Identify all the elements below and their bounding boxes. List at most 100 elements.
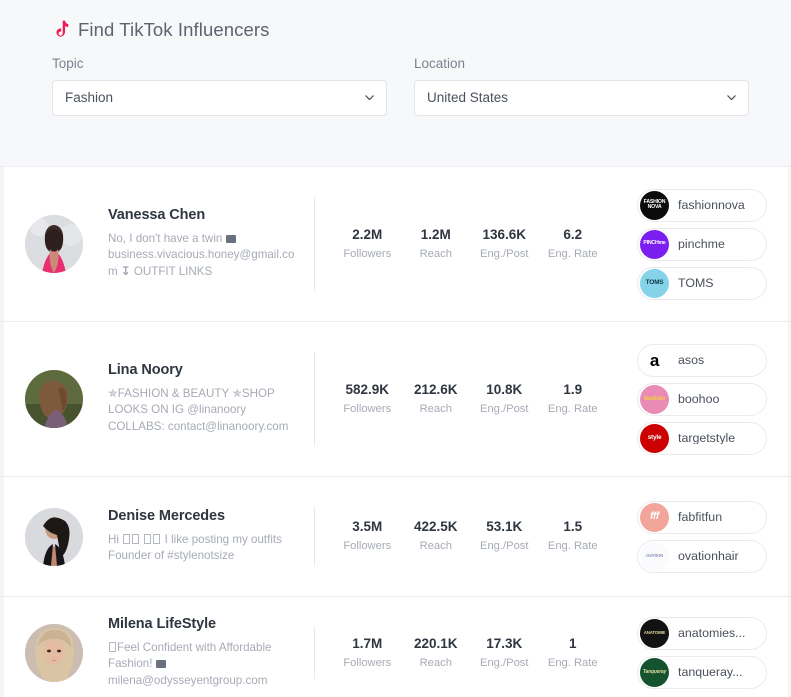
stat-label: Eng./Post	[479, 656, 529, 669]
sparkle-icon: ✯	[108, 386, 118, 400]
brand-list: fff fabfitfun OVATION ovationhair	[621, 500, 767, 573]
brand-name: targetstyle	[678, 431, 736, 445]
brand-chip[interactable]: a asos	[637, 343, 767, 377]
tiktok-note-icon	[52, 20, 69, 41]
stat-label: Reach	[419, 247, 452, 260]
sparkle-icon: ✯	[232, 386, 242, 400]
stat-value: 6.2	[563, 226, 583, 242]
brand-name: pinchme	[678, 237, 725, 251]
brand-chip[interactable]: style targetstyle	[637, 421, 767, 455]
stat-reach: 212.6K Reach	[408, 381, 464, 415]
brand-list: ANATOMIE anatomies... Tanqueray tanquera…	[621, 617, 767, 689]
stat-label: Reach	[419, 540, 452, 553]
mail-emoji-icon	[155, 660, 166, 669]
brand-logo-icon: FASHION NOVA	[640, 190, 669, 220]
stat-eng-rate: 6.2 Eng. Rate	[545, 226, 601, 260]
stat-followers: 582.9K Followers	[339, 381, 395, 415]
avatar-cell	[0, 215, 108, 273]
topic-select[interactable]: Fashion	[52, 79, 387, 116]
stat-value: 10.8K	[486, 381, 523, 397]
stat-label: Eng./Post	[479, 247, 529, 260]
missing-glyph-icon	[153, 533, 161, 544]
brand-chip[interactable]: OVATION ovationhair	[637, 539, 767, 573]
brand-chip[interactable]: TOMS TOMS	[637, 266, 767, 300]
influencer-name: Lina Noory	[108, 362, 183, 378]
avatar[interactable]	[25, 507, 83, 566]
profile-info: Vanessa Chen No, I don't have a twin bus…	[108, 208, 314, 280]
stat-value: 1	[568, 635, 577, 651]
brand-name: asos	[678, 353, 705, 367]
filters-row: Topic Fashion Location United States	[0, 48, 791, 116]
stat-label: Eng. Rate	[547, 656, 598, 669]
stat-value: 220.1K	[413, 635, 458, 651]
stat-value: 1.7M	[352, 635, 383, 651]
brand-name: tanqueray...	[678, 666, 743, 679]
stat-value: 2.2M	[352, 226, 383, 242]
stat-eng-post: 10.8K Eng./Post	[476, 381, 532, 415]
stat-value: 212.6K	[413, 381, 458, 397]
brand-logo-icon: TOMS	[640, 268, 669, 298]
topic-field: Topic Fashion	[52, 57, 387, 116]
influencer-name: Denise Mercedes	[108, 508, 225, 524]
table-row[interactable]: Denise Mercedes Hi I like posting my out…	[0, 477, 791, 597]
row-gutter-left	[0, 477, 4, 596]
stat-label: Reach	[419, 656, 452, 669]
avatar[interactable]	[25, 215, 83, 273]
stats-group: 3.5M Followers 422.5K Reach 53.1K Eng./P…	[315, 520, 621, 552]
brand-chip[interactable]: PINCHme pinchme	[637, 227, 767, 261]
brand-name: fabfitfun	[678, 510, 723, 524]
stat-label: Followers	[343, 247, 392, 260]
stats-group: 2.2M Followers 1.2M Reach 136.6K Eng./Po…	[315, 226, 621, 260]
brand-chip[interactable]: FASHION NOVA fashionnova	[637, 188, 767, 222]
stat-followers: 1.7M Followers	[339, 635, 395, 669]
stat-label: Eng./Post	[479, 540, 529, 553]
stat-value: 136.6K	[482, 226, 527, 242]
brand-logo-icon: PINCHme	[640, 229, 669, 259]
stat-eng-post: 17.3K Eng./Post	[476, 636, 532, 669]
table-row[interactable]: Lina Noory ✯FASHION & BEAUTY ✯SHOP LOOKS…	[0, 322, 791, 477]
row-gutter-left	[0, 167, 4, 321]
stat-followers: 2.2M Followers	[339, 226, 395, 260]
profile-info: Denise Mercedes Hi I like posting my out…	[108, 509, 314, 565]
influencer-bio: Hi I like posting my outfits Founder of …	[108, 532, 282, 562]
brand-chip[interactable]: Tanqueray tanqueray...	[637, 656, 767, 689]
chevron-down-icon	[726, 92, 737, 103]
influencer-bio: ✯FASHION & BEAUTY ✯SHOP LOOKS ON IG @lin…	[108, 386, 289, 433]
missing-glyph-icon	[132, 533, 140, 544]
stat-eng-post: 53.1K Eng./Post	[476, 520, 532, 552]
brand-chip[interactable]: boohoo boohoo	[637, 382, 767, 416]
brand-chip[interactable]: fff fabfitfun	[637, 500, 767, 534]
stat-label: Followers	[343, 540, 392, 553]
stat-eng-rate: 1.5 Eng. Rate	[545, 520, 601, 552]
stats-group: 1.7M Followers 220.1K Reach 17.3K Eng./P…	[315, 635, 621, 669]
stat-value: 1.2M	[420, 226, 451, 242]
row-gutter-left	[0, 597, 4, 697]
stat-eng-rate: 1 Eng. Rate	[545, 635, 601, 669]
brand-logo-icon: style	[640, 423, 669, 453]
influencer-name: Vanessa Chen	[108, 207, 206, 223]
stat-label: Reach	[419, 402, 452, 415]
stat-eng-rate: 1.9 Eng. Rate	[545, 382, 601, 415]
table-row[interactable]: Milena LifeStyle Feel Confident with Aff…	[0, 597, 791, 697]
brand-name: boohoo	[678, 392, 720, 406]
brand-chip[interactable]: ANATOMIE anatomies...	[637, 617, 767, 650]
stat-eng-post: 136.6K Eng./Post	[476, 226, 532, 260]
brand-logo-icon: a	[640, 345, 669, 375]
location-select[interactable]: United States	[414, 79, 749, 116]
influencer-list: Vanessa Chen No, I don't have a twin bus…	[0, 167, 791, 697]
stat-value: 582.9K	[345, 381, 390, 397]
influencer-bio: Feel Confident with Affordable Fashion! …	[108, 640, 272, 687]
mail-emoji-icon	[225, 234, 236, 243]
stat-label: Eng. Rate	[547, 540, 598, 553]
avatar[interactable]	[25, 624, 83, 682]
stat-value: 53.1K	[486, 519, 523, 535]
down-arrow-icon: ↧	[120, 264, 131, 278]
avatar-cell	[0, 370, 108, 428]
row-gutter-left	[0, 322, 4, 476]
stat-value: 422.5K	[413, 519, 458, 535]
brand-logo-icon: boohoo	[640, 384, 669, 414]
table-row[interactable]: Vanessa Chen No, I don't have a twin bus…	[0, 167, 791, 322]
avatar[interactable]	[25, 370, 83, 428]
avatar-cell	[0, 507, 108, 566]
missing-glyph-icon	[123, 533, 131, 544]
